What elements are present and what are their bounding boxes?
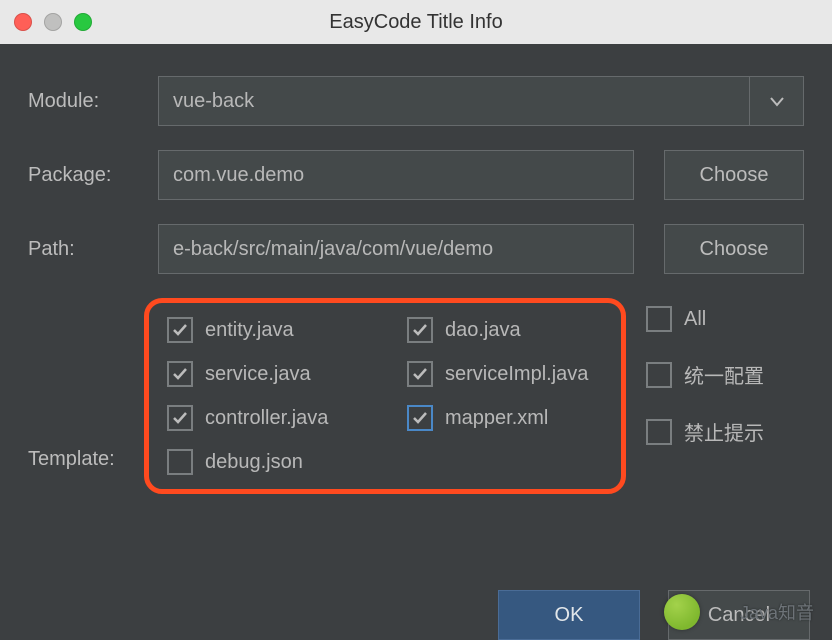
checkbox-icon	[167, 361, 193, 387]
window-title: EasyCode Title Info	[0, 11, 832, 34]
template-checkbox[interactable]: debug.json	[167, 449, 407, 475]
checkbox-icon	[167, 317, 193, 343]
titlebar: EasyCode Title Info	[0, 0, 832, 44]
template-option-checkbox[interactable]: 统一配置	[646, 360, 764, 389]
package-input[interactable]: com.vue.demo	[158, 150, 634, 200]
checkbox-icon	[407, 361, 433, 387]
checkbox-icon	[646, 419, 672, 445]
content: Module: vue-back Package: com.vue.demo C…	[0, 44, 832, 516]
checkbox-label: service.java	[205, 363, 311, 386]
path-label: Path:	[28, 238, 158, 261]
template-grid: entity.java dao.java service.java serviceIm…	[167, 317, 605, 475]
watermark-text: Java知音	[740, 599, 814, 625]
chevron-down-icon	[770, 90, 784, 113]
template-checkbox[interactable]: mapper.xml	[407, 405, 607, 431]
checkbox-label: 禁止提示	[684, 417, 764, 446]
template-checkbox[interactable]: controller.java	[167, 405, 407, 431]
template-option-checkbox[interactable]: 禁止提示	[646, 417, 764, 446]
checkbox-icon	[646, 362, 672, 388]
checkbox-label: 统一配置	[684, 360, 764, 389]
checkbox-label: dao.java	[445, 319, 521, 342]
checkbox-label: entity.java	[205, 319, 294, 342]
watermark-icon	[664, 594, 700, 630]
template-checkbox[interactable]: serviceImpl.java	[407, 361, 607, 387]
template-options: All 统一配置禁止提示	[646, 306, 764, 446]
template-option-checkbox[interactable]: All	[646, 306, 764, 332]
template-highlight: entity.java dao.java service.java serviceIm…	[144, 298, 626, 494]
checkbox-label: All	[684, 308, 706, 331]
module-value: vue-back	[173, 90, 749, 113]
template-checkbox[interactable]: dao.java	[407, 317, 607, 343]
checkbox-label: controller.java	[205, 407, 328, 430]
checkbox-icon	[167, 405, 193, 431]
package-value: com.vue.demo	[173, 164, 304, 187]
checkbox-icon	[407, 405, 433, 431]
module-select[interactable]: vue-back	[158, 76, 804, 126]
path-choose-button[interactable]: Choose	[664, 224, 804, 274]
checkbox-label: serviceImpl.java	[445, 363, 588, 386]
checkbox-label: debug.json	[205, 451, 303, 474]
checkbox-icon	[167, 449, 193, 475]
path-input[interactable]: e-back/src/main/java/com/vue/demo	[158, 224, 634, 274]
checkbox-icon	[407, 317, 433, 343]
template-checkbox[interactable]: entity.java	[167, 317, 407, 343]
module-dropdown-button[interactable]	[749, 77, 803, 125]
package-label: Package:	[28, 164, 158, 187]
package-choose-button[interactable]: Choose	[664, 150, 804, 200]
checkbox-label: mapper.xml	[445, 407, 548, 430]
ok-button[interactable]: OK	[498, 590, 640, 640]
checkbox-icon	[646, 306, 672, 332]
module-label: Module:	[28, 90, 158, 113]
template-checkbox[interactable]: service.java	[167, 361, 407, 387]
path-value: e-back/src/main/java/com/vue/demo	[173, 238, 493, 261]
template-label: Template:	[28, 448, 158, 471]
